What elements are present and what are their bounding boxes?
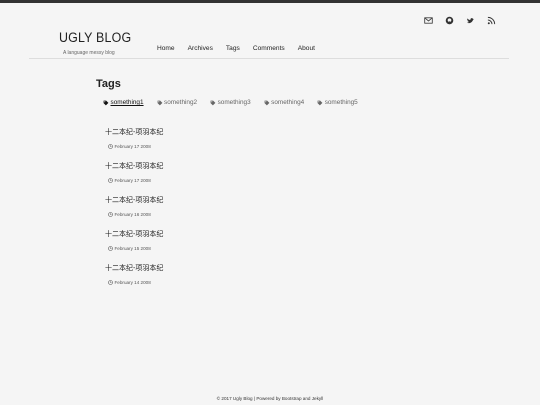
rss-icon[interactable] <box>481 13 502 27</box>
post-date-text: February 16 2008 <box>114 212 151 217</box>
tag-something4[interactable]: something4 <box>264 99 305 106</box>
social-links <box>418 13 502 27</box>
tag-something3[interactable]: something3 <box>210 99 251 106</box>
post-title[interactable]: 十二本纪-项羽本纪 <box>105 229 163 239</box>
tag-label: something2 <box>164 99 198 106</box>
tag-icon <box>210 100 216 105</box>
tag-list: something1 something2 something3 somethi… <box>103 99 371 106</box>
clock-icon <box>108 212 113 217</box>
tag-icon <box>264 100 270 105</box>
post-date-text: February 14 2008 <box>114 280 151 285</box>
main-nav: Home Archives Tags Comments About <box>157 45 328 52</box>
post-date: February 17 2008 <box>108 144 163 149</box>
footer-text: © 2017 Ugly Blog | Powered by Bootstrap … <box>216 396 324 401</box>
post-date: February 15 2008 <box>108 246 163 251</box>
tag-something5[interactable]: something5 <box>317 99 358 106</box>
post-date: February 14 2008 <box>108 280 163 285</box>
envelope-icon[interactable] <box>418 13 439 27</box>
tag-label: something3 <box>217 99 251 106</box>
tag-icon <box>157 100 162 105</box>
tag-something2[interactable]: something2 <box>157 99 198 106</box>
clock-icon <box>108 178 113 183</box>
post-date: February 17 2008 <box>108 178 163 183</box>
tag-label: something4 <box>271 99 305 106</box>
nav-archives[interactable]: Archives <box>188 45 213 52</box>
nav-comments[interactable]: Comments <box>253 45 285 52</box>
list-item: 十二本纪-项羽本纪 February 15 2008 <box>105 229 163 263</box>
post-title[interactable]: 十二本纪-项羽本纪 <box>105 195 163 205</box>
clock-icon <box>108 246 113 251</box>
site-brand[interactable]: UGLY BLOG <box>59 30 131 45</box>
list-item: 十二本纪-项羽本纪 February 17 2008 <box>105 127 163 161</box>
site-tagline: A language messy blog <box>63 50 115 56</box>
post-date: February 16 2008 <box>108 212 163 217</box>
nav-divider <box>29 58 509 59</box>
list-item: 十二本纪-项羽本纪 February 17 2008 <box>105 161 163 195</box>
post-title[interactable]: 十二本纪-项羽本纪 <box>105 127 163 137</box>
tag-label: something5 <box>324 99 358 106</box>
nav-about[interactable]: About <box>298 45 315 52</box>
twitter-icon[interactable] <box>460 13 481 27</box>
post-date-text: February 17 2008 <box>114 178 151 183</box>
tag-icon <box>317 100 323 105</box>
tag-something1[interactable]: something1 <box>103 99 144 106</box>
post-title[interactable]: 十二本纪-项羽本纪 <box>105 161 163 171</box>
clock-icon <box>108 280 113 285</box>
tag-icon <box>103 100 109 105</box>
top-border <box>0 0 540 3</box>
post-date-text: February 15 2008 <box>114 246 151 251</box>
list-item: 十二本纪-项羽本纪 February 16 2008 <box>105 195 163 229</box>
nav-tags[interactable]: Tags <box>226 45 240 52</box>
page-title: Tags <box>96 78 121 90</box>
post-list: 十二本纪-项羽本纪 February 17 2008 十二本纪-项羽本纪 Feb… <box>105 127 163 297</box>
github-icon[interactable] <box>439 13 460 27</box>
clock-icon <box>108 144 113 149</box>
post-title[interactable]: 十二本纪-项羽本纪 <box>105 263 163 273</box>
post-date-text: February 17 2008 <box>114 144 151 149</box>
list-item: 十二本纪-项羽本纪 February 14 2008 <box>105 263 163 297</box>
tag-label: something1 <box>110 99 144 106</box>
nav-home[interactable]: Home <box>157 45 175 52</box>
